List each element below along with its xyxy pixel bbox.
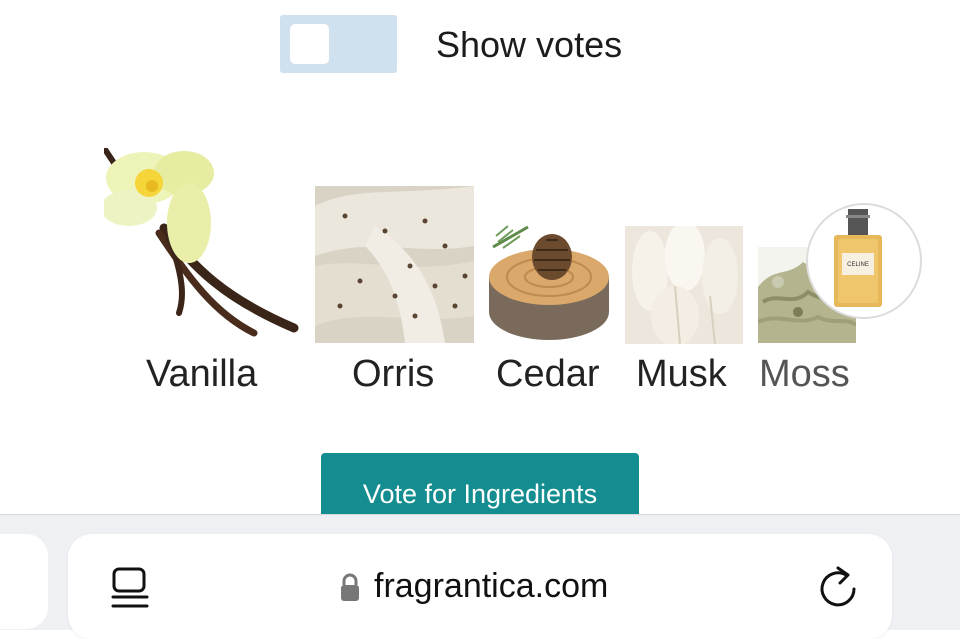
show-votes-label: Show votes — [436, 24, 623, 65]
lock-icon — [340, 572, 360, 602]
perfume-brand-text: CELINE — [847, 262, 869, 268]
note-label: Moss — [759, 353, 850, 395]
toggle-knob — [290, 24, 329, 64]
perfume-thumbnail[interactable]: CELINE — [806, 203, 922, 319]
note-cedar[interactable]: Cedar — [488, 222, 610, 398]
note-label: Vanilla — [146, 353, 258, 395]
note-vanilla[interactable]: Vanilla — [104, 148, 304, 398]
note-label: Orris — [352, 353, 435, 395]
cedar-image — [489, 225, 609, 340]
orris-image — [315, 186, 474, 343]
vote-for-ingredients-button[interactable]: Vote for Ingredients — [321, 453, 639, 523]
previous-tab-edge[interactable] — [0, 534, 48, 629]
reload-icon[interactable] — [816, 565, 860, 611]
url-text[interactable]: fragrantica.com — [374, 567, 608, 606]
vanilla-image — [104, 148, 299, 337]
note-musk[interactable]: Musk — [625, 226, 743, 398]
show-votes-toggle[interactable] — [280, 15, 397, 73]
note-label: Cedar — [496, 353, 600, 395]
note-label: Musk — [636, 353, 727, 395]
perfume-bottle-image: CELINE — [834, 209, 882, 307]
note-orris[interactable]: Orris — [315, 186, 475, 398]
tab-overview-icon[interactable] — [110, 566, 150, 610]
musk-image — [625, 226, 743, 344]
